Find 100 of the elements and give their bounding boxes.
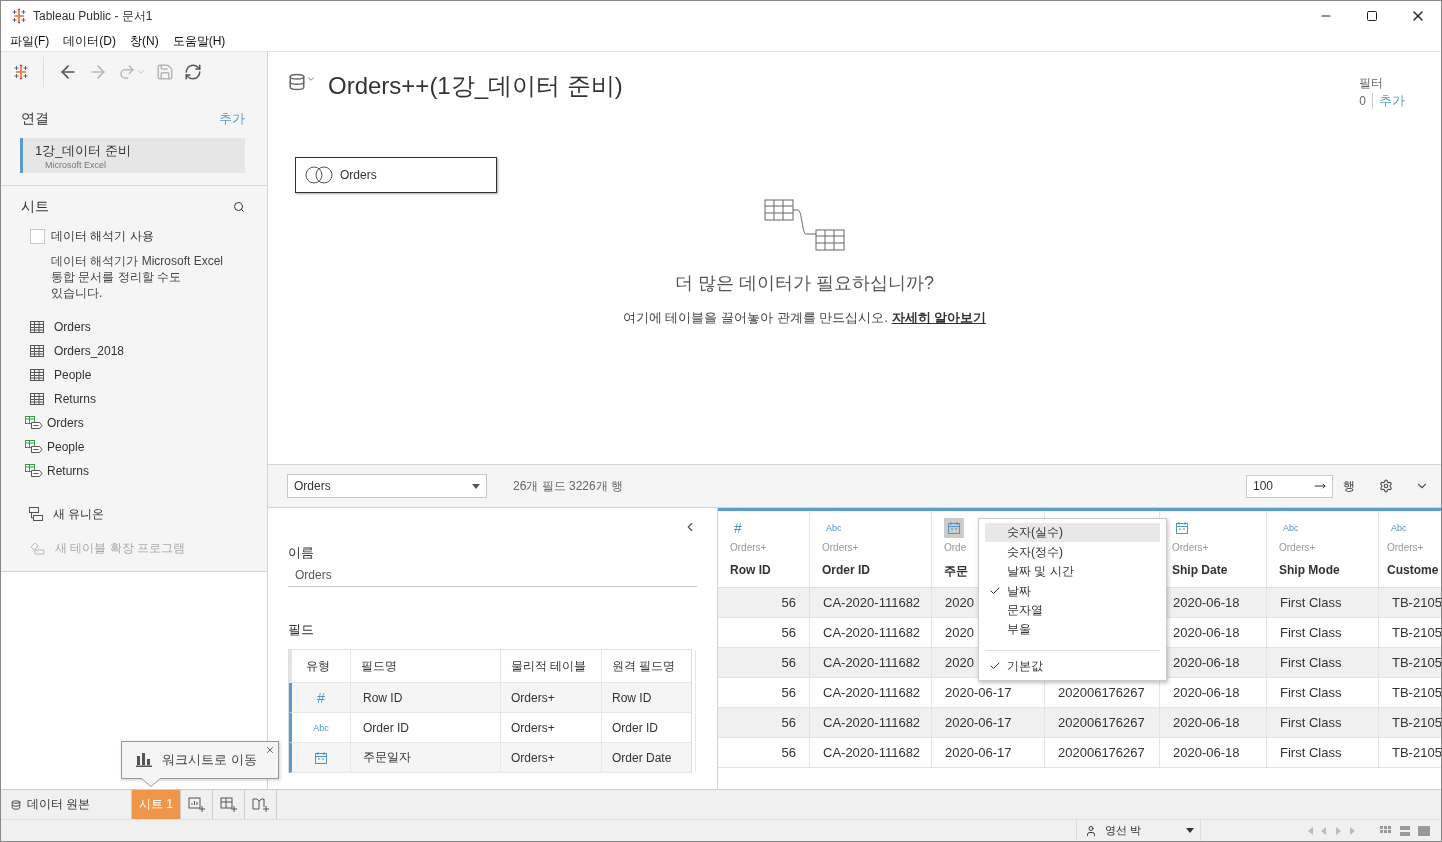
menu-item[interactable]: 파일(F) bbox=[10, 32, 50, 50]
table-cell: First Class bbox=[1280, 715, 1342, 730]
table-cell: CA-2020-111682 bbox=[823, 625, 921, 640]
column-header[interactable]: Ship Mode bbox=[1279, 563, 1378, 577]
window-title: Tableau Public - 문서1 bbox=[33, 7, 153, 25]
table-card[interactable]: Orders bbox=[295, 157, 497, 193]
table-cell: 2020-06-18 bbox=[1173, 685, 1240, 700]
source-label: Orders+ bbox=[730, 542, 768, 553]
learn-more-link[interactable]: 자세히 알아보기 bbox=[891, 310, 987, 325]
table-cell: Orders+ bbox=[501, 713, 602, 742]
user-icon bbox=[1085, 824, 1097, 837]
table-cell: 56 bbox=[781, 595, 796, 610]
menu-item[interactable]: 데이터(D) bbox=[63, 32, 116, 50]
filter-count: 0 bbox=[1359, 94, 1366, 108]
table-cell: 2020-06-18 bbox=[1173, 625, 1240, 640]
maximize-icon bbox=[1366, 10, 1378, 22]
table-cell: 2020-06-18 bbox=[1173, 655, 1240, 670]
table-cell: CA-2020-111682 bbox=[823, 745, 921, 760]
menu-item[interactable]: 날짜 및 시간 bbox=[985, 561, 1160, 582]
column-header[interactable]: Order ID bbox=[822, 563, 931, 577]
section-title: 시트 bbox=[21, 198, 49, 216]
fields-label: 필드 bbox=[288, 621, 315, 639]
column-header: 필드명 bbox=[351, 650, 501, 682]
source-label: Orders+ bbox=[1387, 542, 1425, 553]
bar-chart-icon bbox=[136, 753, 152, 767]
table-cell: First Class bbox=[1280, 745, 1342, 760]
menu-item[interactable]: 숫자(정수) bbox=[985, 542, 1160, 562]
table-cell: 202006176267 bbox=[1058, 685, 1145, 700]
string-type-icon: Abc bbox=[1387, 518, 1411, 538]
interpreter-description: 데이터 해석기가 Microsoft Excel 통합 문서를 정리할 수도 있습니다. bbox=[50, 253, 225, 301]
sheet-item[interactable]: Returns bbox=[47, 464, 90, 478]
empty-heading: 더 많은 데이터가 필요하십니까? bbox=[675, 272, 934, 295]
number-type-icon: # bbox=[313, 687, 329, 708]
menu-item[interactable]: 창(N) bbox=[130, 32, 159, 50]
sheet-item[interactable]: People bbox=[54, 368, 92, 382]
action-item[interactable]: 새 유니온 bbox=[53, 505, 105, 523]
table-cell: Orders+ bbox=[501, 683, 602, 712]
tableau-logo-icon bbox=[11, 8, 27, 24]
table-cell: Order Date bbox=[602, 743, 696, 772]
table-icon bbox=[30, 321, 44, 333]
column-header: 물리적 테이블 bbox=[501, 650, 602, 682]
string-type-icon: Abc bbox=[1279, 518, 1303, 538]
column-header[interactable]: Ship Date bbox=[1172, 563, 1266, 577]
table-cell: 56 bbox=[781, 655, 796, 670]
table-select[interactable]: Orders bbox=[287, 474, 487, 498]
name-field[interactable]: Orders bbox=[288, 562, 697, 587]
table-cell: 2020 bbox=[945, 625, 974, 640]
menu-item[interactable]: 숫자(실수) bbox=[985, 523, 1160, 543]
checkbox[interactable] bbox=[30, 229, 45, 244]
source-label: Orders+ bbox=[1172, 542, 1210, 553]
sheet-item[interactable]: Returns bbox=[54, 392, 97, 406]
named-range-icon bbox=[25, 440, 43, 454]
table-cell: Order ID bbox=[351, 713, 501, 742]
database-icon[interactable] bbox=[288, 73, 306, 91]
table-cell: 2020 bbox=[945, 595, 974, 610]
table-cell: TB-2105 bbox=[1392, 685, 1441, 700]
table-cell: First Class bbox=[1280, 685, 1342, 700]
table-cell: TB-2105 bbox=[1392, 595, 1441, 610]
menu-item[interactable]: 기본값 bbox=[985, 656, 1160, 677]
column-header: 원격 필드명 bbox=[602, 650, 696, 682]
user-select[interactable]: 영선 박 bbox=[1076, 819, 1201, 841]
refresh-icon[interactable] bbox=[184, 63, 202, 81]
sheet-item[interactable]: People bbox=[47, 440, 85, 454]
table-cell: 2020-06-17 bbox=[945, 685, 1012, 700]
table-cell: 2020-06-17 bbox=[945, 715, 1012, 730]
table-cell: TB-2105 bbox=[1392, 745, 1441, 760]
menu-item[interactable]: 부울 bbox=[985, 620, 1160, 640]
table-cell: 56 bbox=[781, 745, 796, 760]
table-icon bbox=[30, 369, 44, 381]
table-cell: 2020-06-17 bbox=[945, 745, 1012, 760]
menu-item[interactable]: 문자열 bbox=[985, 600, 1160, 621]
table-cell: 2020-06-18 bbox=[1173, 715, 1240, 730]
search-icon[interactable] bbox=[233, 201, 245, 213]
column-header[interactable]: Row ID bbox=[730, 563, 809, 577]
sheet-item[interactable]: Orders bbox=[54, 320, 91, 334]
table-cell: 2020 bbox=[945, 655, 974, 670]
table-cell: CA-2020-111682 bbox=[823, 685, 921, 700]
table-cell: Orders+ bbox=[501, 743, 602, 772]
table-cell: Row ID bbox=[602, 683, 696, 712]
table-cell: Row ID bbox=[351, 683, 501, 712]
table-cell: Order ID bbox=[602, 713, 696, 742]
date-type-icon[interactable] bbox=[944, 518, 964, 538]
row-count-field[interactable]: 100 bbox=[1246, 474, 1333, 498]
close-icon[interactable] bbox=[265, 745, 275, 755]
view-mode-icon[interactable] bbox=[1380, 825, 1432, 836]
table-cell: 주문일자 bbox=[351, 743, 501, 772]
sheet-item[interactable]: Orders bbox=[47, 416, 84, 430]
settings-icon[interactable] bbox=[1379, 479, 1393, 493]
menu-item[interactable]: 도움말(H) bbox=[172, 32, 226, 50]
sheet-item[interactable]: Orders_2018 bbox=[54, 344, 125, 358]
menu-item[interactable]: 날짜 bbox=[985, 581, 1160, 601]
column-header[interactable]: Custome bbox=[1387, 563, 1441, 577]
table-cell: TB-2105 bbox=[1392, 655, 1441, 670]
table-cell: First Class bbox=[1280, 655, 1342, 670]
caret-icon[interactable] bbox=[306, 74, 316, 84]
table-cell: 56 bbox=[781, 715, 796, 730]
source-label: Orders+ bbox=[1279, 542, 1317, 553]
connection-item[interactable]: 1강_데이터 준비 Microsoft Excel bbox=[20, 138, 245, 173]
overlap-circles-icon bbox=[304, 166, 334, 184]
union-icon bbox=[29, 507, 43, 521]
